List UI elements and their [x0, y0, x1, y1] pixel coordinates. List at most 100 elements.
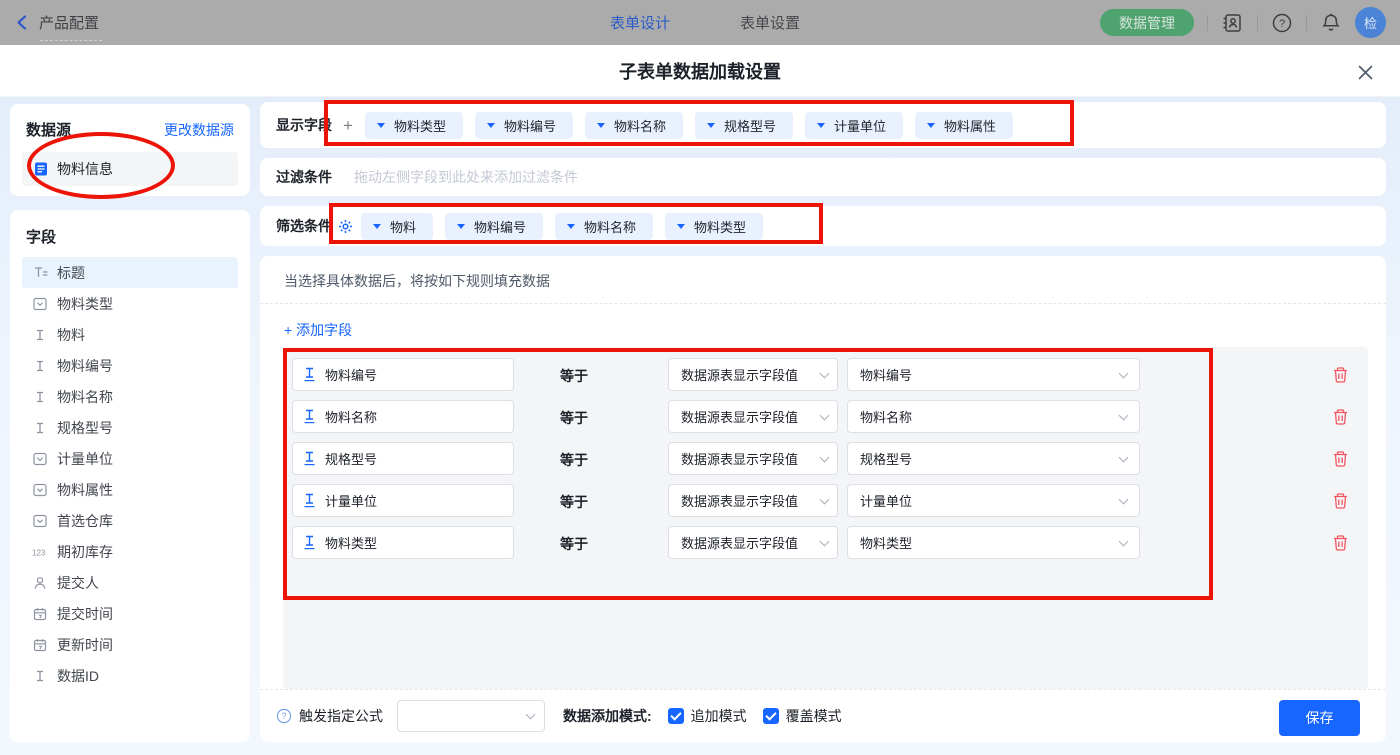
caret-down-icon [486, 122, 495, 128]
close-icon[interactable] [1354, 61, 1376, 83]
modal-footer: ? 触发指定公式 数据添加模式: 追加模式 覆盖模式 保存 [260, 689, 1386, 742]
chevron-down-icon [819, 452, 830, 462]
delete-row-icon[interactable] [1332, 492, 1349, 510]
checkbox-checked-icon[interactable] [762, 708, 779, 724]
field-tag[interactable]: 物料名称 [555, 212, 654, 240]
formula-select[interactable] [397, 700, 545, 732]
rule-source-select[interactable]: 数据源表显示字段值 [668, 358, 838, 391]
number-icon: 123 [32, 545, 48, 559]
rule-source-select[interactable]: 数据源表显示字段值 [668, 526, 838, 559]
delete-row-icon[interactable] [1332, 534, 1349, 552]
rule-field-box[interactable]: 物料类型 [292, 526, 514, 559]
field-item[interactable]: 标题 [22, 257, 238, 288]
field-item[interactable]: 计量单位 [22, 443, 238, 474]
help-icon[interactable]: ? [1271, 12, 1293, 34]
field-item[interactable]: 规格型号 [22, 412, 238, 443]
text-icon [32, 421, 48, 435]
field-tag[interactable]: 计量单位 [805, 111, 904, 139]
field-item-label: 计量单位 [57, 450, 113, 467]
rule-source-select[interactable]: 数据源表显示字段值 [668, 442, 838, 475]
field-item[interactable]: 123 期初库存 [22, 536, 238, 567]
text-field-icon [303, 367, 316, 382]
rule-target-value: 物料编号 [860, 368, 913, 383]
back-chevron-icon[interactable] [14, 14, 31, 31]
display-fields-label: 显示字段 [276, 117, 332, 133]
rule-field-box[interactable]: 计量单位 [292, 484, 514, 517]
text-field-icon [303, 409, 316, 424]
mode-option[interactable]: 追加模式 [667, 706, 747, 726]
bell-icon[interactable] [1320, 12, 1342, 34]
delete-row-icon[interactable] [1332, 408, 1349, 426]
rule-field-box[interactable]: 物料名称 [292, 400, 514, 433]
text-icon [32, 359, 48, 373]
checkbox-checked-icon[interactable] [667, 708, 684, 724]
field-tag[interactable]: 物料属性 [915, 111, 1014, 139]
topbar-tab[interactable]: 表单设置 [740, 12, 800, 33]
tag-label: 物料属性 [944, 118, 997, 134]
field-tag[interactable]: 物料 [361, 212, 434, 240]
avatar[interactable]: 检 [1355, 7, 1386, 38]
topbar-tab[interactable]: 表单设计 [610, 12, 670, 33]
mode-option[interactable]: 覆盖模式 [762, 706, 842, 726]
filter-condition-row[interactable]: 过滤条件 拖动左侧字段到此处来添加过滤条件 [260, 158, 1386, 196]
field-item[interactable]: 提交时间 [22, 598, 238, 629]
svg-text:?: ? [281, 711, 286, 721]
rule-target-select[interactable]: 物料名称 [847, 400, 1140, 433]
select-icon [32, 452, 48, 466]
fill-rules-card: 当选择具体数据后，将按如下规则填充数据 + 添加字段 物料编号 等于 数据源表显示字… [260, 256, 1386, 742]
select-icon [32, 514, 48, 528]
add-display-field-icon[interactable]: + [343, 117, 353, 134]
field-tag[interactable]: 物料名称 [584, 111, 683, 139]
rule-source-value: 数据源表显示字段值 [681, 494, 799, 509]
rule-target-select[interactable]: 物料类型 [847, 526, 1140, 559]
contacts-icon[interactable] [1221, 12, 1244, 34]
field-item[interactable]: 物料编号 [22, 350, 238, 381]
field-item[interactable]: 数据ID [22, 660, 238, 691]
delete-row-icon[interactable] [1332, 450, 1349, 468]
question-circle-icon[interactable]: ? [276, 708, 292, 724]
field-tag[interactable]: 物料编号 [445, 212, 544, 240]
gear-icon[interactable] [338, 219, 353, 234]
datasource-panel: 数据源 更改数据源 物料信息 [10, 104, 250, 196]
field-tag[interactable]: 物料编号 [474, 111, 573, 139]
topbar: 产品配置 表单设计 表单设置 数据管理 ? 检 [0, 0, 1400, 45]
rule-target-value: 规格型号 [860, 452, 913, 467]
back-navigation[interactable]: 产品配置 [14, 0, 99, 45]
rule-field-box[interactable]: 规格型号 [292, 442, 514, 475]
delete-row-icon[interactable] [1332, 366, 1349, 384]
change-datasource-link[interactable]: 更改数据源 [164, 120, 234, 140]
field-item-label: 物料编号 [57, 357, 113, 374]
rule-target-value: 物料名称 [860, 410, 913, 425]
field-item[interactable]: 物料 [22, 319, 238, 350]
field-item[interactable]: 更新时间 [22, 629, 238, 660]
chevron-down-icon [1118, 494, 1129, 504]
field-item[interactable]: 物料名称 [22, 381, 238, 412]
field-item[interactable]: 物料类型 [22, 288, 238, 319]
svg-text:?: ? [1279, 18, 1285, 30]
field-item[interactable]: 首选仓库 [22, 505, 238, 536]
rule-target-value: 物料类型 [860, 536, 913, 551]
data-manage-button[interactable]: 数据管理 [1100, 9, 1194, 36]
rule-target-select[interactable]: 规格型号 [847, 442, 1140, 475]
modal-body: 数据源 更改数据源 物料信息 字段 标题 物料类型 物料 物料编号 物料名称 规格型号 计量… [0, 97, 1400, 755]
field-tag[interactable]: 规格型号 [694, 111, 793, 139]
field-item[interactable]: 物料属性 [22, 474, 238, 505]
field-item[interactable]: 提交人 [22, 567, 238, 598]
rule-field-box[interactable]: 物料编号 [292, 358, 514, 391]
rule-source-value: 数据源表显示字段值 [681, 536, 799, 551]
back-label[interactable]: 产品配置 [39, 12, 99, 33]
field-tag[interactable]: 物料类型 [665, 212, 764, 240]
rule-source-select[interactable]: 数据源表显示字段值 [668, 400, 838, 433]
field-item-label: 物料 [57, 326, 85, 343]
datasource-item[interactable]: 物料信息 [22, 152, 238, 186]
tag-label: 物料名称 [613, 118, 666, 134]
mode-checkbox-group: 追加模式 覆盖模式 [652, 706, 842, 726]
rule-target-select[interactable]: 物料编号 [847, 358, 1140, 391]
add-field-link[interactable]: + 添加字段 [284, 320, 352, 340]
field-tag[interactable]: 物料类型 [364, 111, 463, 139]
fields-list: 标题 物料类型物料物料编号物料名称 规格型号计量单位物料属性 首选仓库 123 期初库存提… [10, 255, 250, 693]
datasource-title: 数据源 [26, 122, 72, 139]
rule-target-select[interactable]: 计量单位 [847, 484, 1140, 517]
rule-source-select[interactable]: 数据源表显示字段值 [668, 484, 838, 517]
save-button[interactable]: 保存 [1279, 700, 1360, 736]
